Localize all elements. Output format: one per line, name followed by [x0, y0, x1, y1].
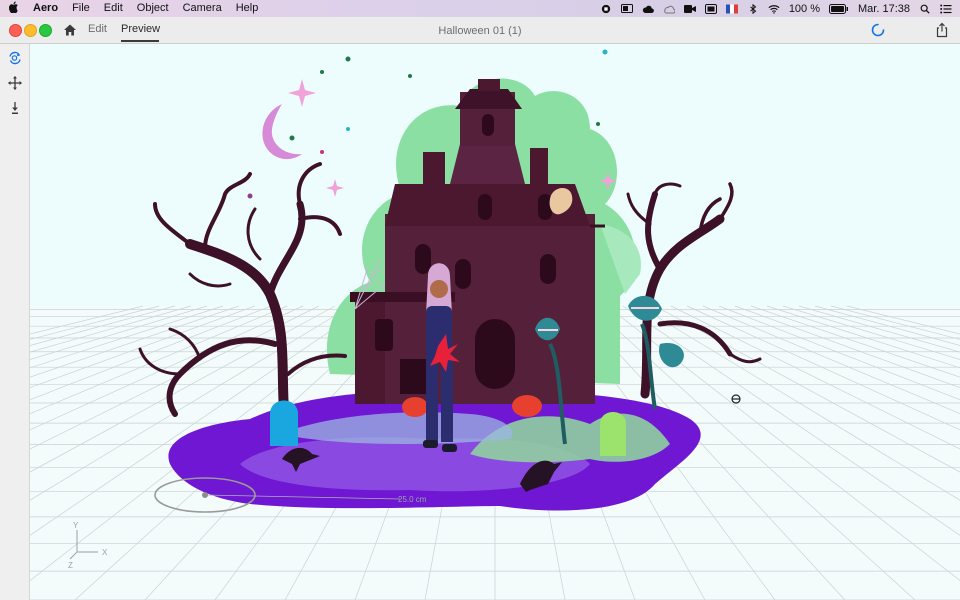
axis-z-label: Z: [68, 561, 73, 570]
move-icon[interactable]: [7, 75, 23, 91]
camera-menu[interactable]: Camera: [176, 0, 229, 17]
axis-y-label: Y: [73, 521, 79, 530]
bluetooth-icon[interactable]: [747, 3, 759, 14]
battery-percent: 100 %: [788, 2, 821, 15]
tombstone-green: [600, 412, 626, 456]
notification-center-icon[interactable]: [940, 4, 952, 14]
display-icon[interactable]: [704, 3, 717, 14]
app-menu[interactable]: Aero: [26, 0, 65, 17]
document-title: Halloween 01 (1): [438, 25, 522, 37]
battery-icon[interactable]: [829, 3, 849, 14]
menu-clock[interactable]: Mar. 17:38: [858, 3, 910, 15]
window-titlebar: Edit Preview Halloween 01 (1): [0, 17, 960, 44]
ring-measurement-label: 25.0 cm: [398, 495, 427, 504]
menu-bar: Aero File Edit Object Camera Help 100 % …: [0, 0, 960, 17]
tombstone-blue: [270, 400, 298, 446]
screen-share-icon[interactable]: [620, 3, 633, 14]
pumpkin-left: [402, 397, 428, 417]
record-icon[interactable]: [600, 4, 612, 14]
apple-menu-icon[interactable]: [0, 1, 26, 16]
creative-cloud-icon[interactable]: [663, 4, 675, 14]
edit-menu[interactable]: Edit: [97, 0, 130, 17]
wifi-icon[interactable]: [768, 4, 780, 14]
pumpkin-right: [512, 395, 542, 417]
3d-viewport[interactable]: 25.0 cm Y X Z: [30, 44, 960, 600]
file-menu[interactable]: File: [65, 0, 97, 17]
spotlight-search-icon[interactable]: [919, 4, 931, 14]
cloud-icon[interactable]: [642, 4, 654, 14]
help-menu[interactable]: Help: [229, 0, 266, 17]
object-menu[interactable]: Object: [130, 0, 176, 17]
tool-panel: [0, 44, 30, 600]
french-flag-icon[interactable]: [725, 4, 738, 14]
share-icon[interactable]: [935, 22, 949, 38]
sync-status-icon: [871, 23, 885, 37]
axis-x-label: X: [102, 548, 108, 557]
video-icon[interactable]: [683, 4, 696, 14]
place-icon[interactable]: [7, 100, 23, 116]
active-tab-indicator: [121, 40, 159, 42]
rotate-view-icon[interactable]: [7, 50, 23, 66]
